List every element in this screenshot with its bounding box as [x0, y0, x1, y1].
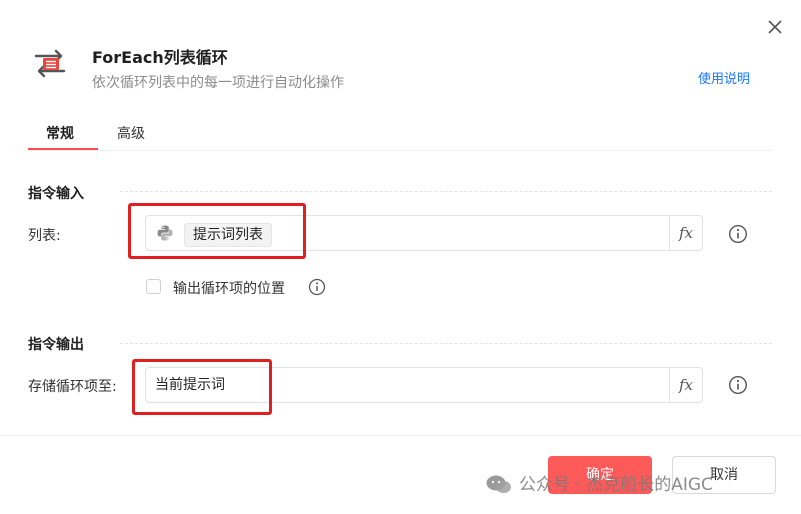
list-field-label: 列表: [28, 228, 61, 244]
dialog-subtitle: 依次循环列表中的每一项进行自动化操作 [92, 75, 344, 91]
store-field-label: 存储循环项至: [28, 379, 117, 395]
dialog-title: ForEach列表循环 [92, 48, 228, 67]
output-position-label: 输出循环项的位置 [173, 281, 285, 297]
output-section-title: 指令输出 [28, 337, 84, 353]
tab-advanced[interactable]: 高级 [117, 123, 145, 143]
close-icon[interactable] [764, 16, 786, 38]
tab-general[interactable]: 常规 [46, 123, 74, 143]
footer-divider [0, 435, 801, 436]
watermark-text: 公众号 · 杰克船长的AIGC [519, 475, 713, 495]
fx-button[interactable]: fx [670, 368, 702, 402]
help-link[interactable]: 使用说明 [698, 68, 750, 87]
loop-list-icon [34, 49, 66, 78]
info-icon[interactable] [308, 278, 326, 296]
fx-button[interactable]: fx [670, 216, 702, 250]
foreach-dialog: ForEach列表循环 依次循环列表中的每一项进行自动化操作 使用说明 常规 高… [0, 0, 801, 514]
watermark: 公众号 · 杰克船长的AIGC [485, 470, 713, 495]
section-divider [120, 191, 772, 192]
input-section-title: 指令输入 [28, 186, 84, 202]
annotation-highlight-box [132, 359, 272, 415]
info-icon[interactable] [728, 224, 748, 244]
wechat-icon [486, 475, 511, 493]
output-position-checkbox[interactable] [146, 279, 161, 294]
tabs-divider [28, 150, 772, 151]
section-divider [120, 343, 772, 344]
info-icon[interactable] [728, 375, 748, 395]
annotation-highlight-box [128, 203, 306, 259]
